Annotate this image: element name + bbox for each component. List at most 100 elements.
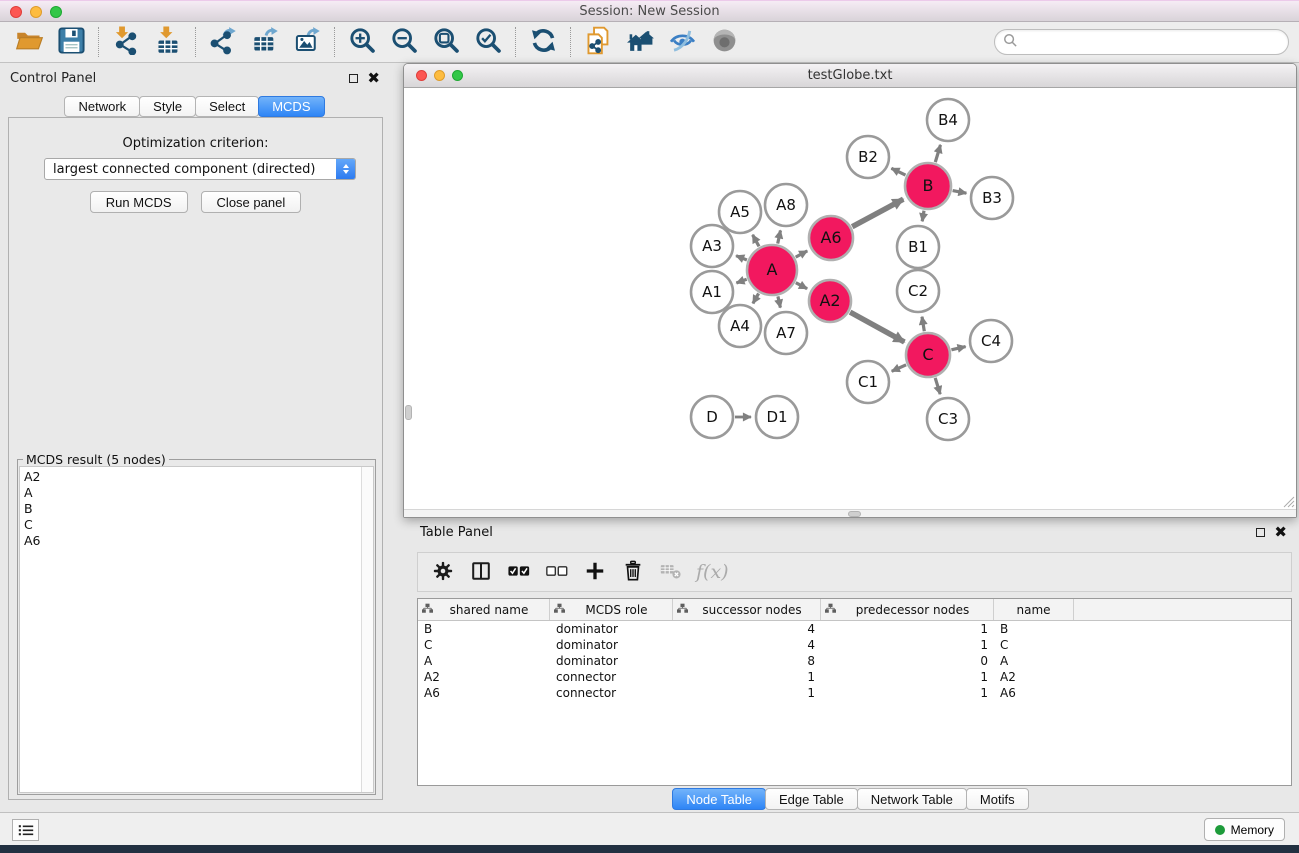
edge-B-B3[interactable]	[953, 191, 967, 194]
edge-A6-B[interactable]	[852, 199, 903, 227]
search-input[interactable]	[1018, 32, 1288, 52]
close-table-panel-icon[interactable]: ✖	[1274, 527, 1287, 537]
edge-B-B1[interactable]	[922, 211, 924, 222]
delete-button[interactable]	[616, 556, 650, 588]
node-A4[interactable]: A4	[719, 305, 761, 347]
cell-predecessor-nodes[interactable]: 1	[821, 669, 994, 685]
column-header-shared-name[interactable]: shared name	[418, 599, 550, 620]
node-B2[interactable]: B2	[847, 136, 889, 178]
minimize-window-button[interactable]	[30, 6, 42, 18]
node-C1[interactable]: C1	[847, 361, 889, 403]
cell-predecessor-nodes[interactable]: 0	[821, 653, 994, 669]
horizontal-scrollbar[interactable]	[404, 509, 1296, 517]
zoom-network-window-button[interactable]	[452, 70, 463, 81]
table-row[interactable]: Cdominator41C	[418, 637, 1291, 653]
node-B[interactable]: B	[905, 163, 951, 209]
edge-C-C1[interactable]	[892, 365, 906, 372]
cell-successor-nodes[interactable]: 1	[673, 669, 821, 685]
table-row[interactable]: A2connector11A2	[418, 669, 1291, 685]
hide-selected-button[interactable]	[661, 25, 703, 59]
zoom-window-button[interactable]	[50, 6, 62, 18]
cell-predecessor-nodes[interactable]: 1	[821, 637, 994, 653]
node-B1[interactable]: B1	[897, 226, 939, 268]
column-header-successor-nodes[interactable]: successor nodes	[673, 599, 821, 620]
vertical-scrollbar[interactable]	[404, 88, 412, 509]
float-panel-icon[interactable]	[349, 74, 358, 83]
tab-node-table[interactable]: Node Table	[672, 788, 766, 810]
search-box[interactable]	[994, 29, 1289, 55]
edge-B-B4[interactable]	[935, 145, 940, 162]
mcds-result-item[interactable]: A6	[24, 533, 357, 549]
edge-A-A7[interactable]	[778, 296, 781, 307]
node-C[interactable]: C	[906, 333, 950, 377]
tab-edge-table[interactable]: Edge Table	[765, 788, 858, 810]
node-A7[interactable]: A7	[765, 312, 807, 354]
node-table[interactable]: shared nameMCDS rolesuccessor nodesprede…	[417, 598, 1292, 786]
edge-A-A1[interactable]	[736, 279, 746, 283]
cell-shared-name[interactable]: B	[418, 621, 550, 637]
node-B4[interactable]: B4	[927, 99, 969, 141]
cell-predecessor-nodes[interactable]: 1	[821, 621, 994, 637]
resize-grip-icon[interactable]	[1282, 495, 1295, 508]
edge-B-B2[interactable]	[891, 168, 905, 175]
column-header-name[interactable]: name	[994, 599, 1074, 620]
close-window-button[interactable]	[10, 6, 22, 18]
edge-A-A8[interactable]	[778, 230, 781, 243]
node-C4[interactable]: C4	[970, 320, 1012, 362]
node-B3[interactable]: B3	[971, 177, 1013, 219]
export-image-button[interactable]	[286, 25, 328, 59]
edge-A-A4[interactable]	[753, 293, 759, 303]
columns-button[interactable]	[464, 556, 498, 588]
mcds-result-item[interactable]: B	[24, 501, 357, 517]
edge-A-A6[interactable]	[796, 251, 808, 257]
cell-name[interactable]: C	[994, 637, 1074, 653]
node-A6[interactable]: A6	[809, 216, 853, 260]
refresh-button[interactable]	[522, 25, 564, 59]
zoom-selected-button[interactable]	[467, 25, 509, 59]
tab-style[interactable]: Style	[139, 96, 196, 117]
cell-name[interactable]: B	[994, 621, 1074, 637]
show-all-button[interactable]	[703, 25, 745, 59]
network-from-selection-button[interactable]	[577, 25, 619, 59]
mcds-result-item[interactable]: A2	[24, 469, 357, 485]
close-network-window-button[interactable]	[416, 70, 427, 81]
cell-MCDS-role[interactable]: dominator	[550, 637, 673, 653]
node-A[interactable]: A	[747, 245, 797, 295]
minimize-network-window-button[interactable]	[434, 70, 445, 81]
cell-MCDS-role[interactable]: connector	[550, 669, 673, 685]
first-neighbors-button[interactable]	[619, 25, 661, 59]
mcds-result-list[interactable]: A2ABCA6	[19, 466, 374, 793]
horizontal-scroll-thumb[interactable]	[848, 511, 861, 517]
mcds-result-item[interactable]: A	[24, 485, 357, 501]
cell-successor-nodes[interactable]: 4	[673, 637, 821, 653]
cell-shared-name[interactable]: A2	[418, 669, 550, 685]
import-network-button[interactable]	[105, 25, 147, 59]
tab-select[interactable]: Select	[195, 96, 259, 117]
cell-MCDS-role[interactable]: dominator	[550, 621, 673, 637]
column-header-MCDS-role[interactable]: MCDS role	[550, 599, 673, 620]
cell-successor-nodes[interactable]: 4	[673, 621, 821, 637]
tab-network[interactable]: Network	[64, 96, 140, 117]
node-A1[interactable]: A1	[691, 271, 733, 313]
node-A2[interactable]: A2	[809, 280, 851, 322]
optimization-criterion-select[interactable]: largest connected component (directed)	[44, 158, 356, 180]
cell-MCDS-role[interactable]: dominator	[550, 653, 673, 669]
float-table-panel-icon[interactable]	[1256, 528, 1265, 537]
edge-A-A2[interactable]	[796, 283, 807, 289]
task-history-button[interactable]	[12, 819, 39, 841]
add-button[interactable]	[578, 556, 612, 588]
mcds-result-item[interactable]: C	[24, 517, 357, 533]
node-D1[interactable]: D1	[756, 396, 798, 438]
run-mcds-button[interactable]: Run MCDS	[90, 191, 188, 213]
cell-successor-nodes[interactable]: 1	[673, 685, 821, 701]
gear-button[interactable]	[426, 556, 460, 588]
list-scrollbar[interactable]	[361, 467, 373, 792]
network-window-titlebar[interactable]: testGlobe.txt	[404, 64, 1296, 88]
node-A5[interactable]: A5	[719, 191, 761, 233]
select-all-button[interactable]	[502, 556, 536, 588]
column-header-predecessor-nodes[interactable]: predecessor nodes	[821, 599, 994, 620]
vertical-scroll-thumb[interactable]	[405, 405, 412, 420]
deselect-all-button[interactable]	[540, 556, 574, 588]
cell-name[interactable]: A	[994, 653, 1074, 669]
table-row[interactable]: Adominator80A	[418, 653, 1291, 669]
